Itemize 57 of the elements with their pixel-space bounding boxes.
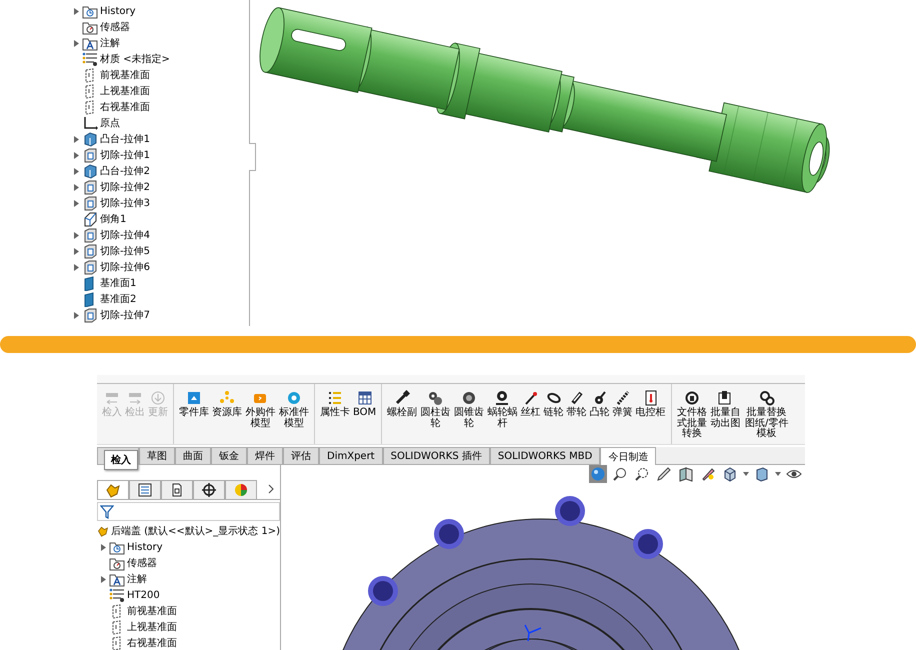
tree-item[interactable]: 基准面2 bbox=[99, 292, 136, 306]
tree-item[interactable]: 切除-拉伸4 bbox=[99, 228, 150, 242]
toolbar-button[interactable]: 文件格式批量转换 bbox=[676, 390, 708, 444]
tree-item[interactable]: 上视基准面 bbox=[99, 84, 150, 98]
tree-item[interactable]: History bbox=[126, 542, 163, 552]
toolbar-button[interactable]: 带轮 bbox=[566, 390, 588, 444]
ribbon-tab[interactable]: 曲面 bbox=[175, 447, 211, 464]
tree-item[interactable]: 原点 bbox=[99, 116, 120, 130]
toolbar-button[interactable]: 属性卡 bbox=[319, 390, 351, 444]
tree-item[interactable]: 材质 <未指定> bbox=[99, 52, 170, 66]
toolbar-button[interactable]: 零件库 bbox=[178, 390, 210, 444]
toolbar-button[interactable]: 圆柱齿轮 bbox=[419, 390, 452, 444]
ribbon-tab[interactable]: 钣金 bbox=[211, 447, 247, 464]
tree-item[interactable]: 右视基准面 bbox=[99, 100, 150, 114]
toolbar-button[interactable]: 电控柜 bbox=[634, 390, 667, 444]
toolbar-button[interactable]: 资源库 bbox=[211, 390, 243, 444]
tree-item[interactable]: 切除-拉伸1 bbox=[99, 148, 150, 162]
ribbon-tab[interactable]: 焊件 bbox=[247, 447, 283, 464]
toolbar-button[interactable]: 弹簧 bbox=[612, 390, 634, 444]
tree-item[interactable]: 右视基准面 bbox=[126, 636, 177, 650]
toolbar-button[interactable]: 批量自动出图 bbox=[709, 390, 742, 444]
tree-item[interactable]: 前视基准面 bbox=[99, 68, 150, 82]
tree-item[interactable]: 传感器 bbox=[126, 556, 157, 570]
tree-item[interactable]: 上视基准面 bbox=[126, 620, 177, 634]
tree-item[interactable]: 前视基准面 bbox=[126, 604, 177, 618]
ribbon-tab[interactable]: SOLIDWORKS MBD bbox=[490, 447, 600, 464]
tree-item[interactable]: 切除-拉伸3 bbox=[99, 196, 150, 210]
tree-item[interactable]: 倒角1 bbox=[99, 212, 126, 226]
tooltip: 检入 bbox=[104, 450, 138, 470]
ribbon-tab[interactable]: DimXpert bbox=[319, 447, 383, 464]
tree-item[interactable]: 切除-拉伸5 bbox=[99, 244, 150, 258]
toolbar-button[interactable]: 批量替换图纸/零件模板 bbox=[742, 390, 791, 444]
tree-item[interactable]: HT200 bbox=[126, 590, 160, 600]
tree-item[interactable]: History bbox=[99, 6, 136, 16]
tree-item[interactable]: 凸台-拉伸2 bbox=[99, 164, 150, 178]
tree-item[interactable]: 切除-拉伸7 bbox=[99, 308, 150, 322]
toolbar-button[interactable]: 凸轮 bbox=[588, 390, 611, 444]
toolbar-button[interactable]: BOM bbox=[352, 390, 378, 444]
toolbar-button[interactable]: 圆锥齿轮 bbox=[452, 390, 486, 444]
tree-item[interactable]: 注解 bbox=[126, 572, 147, 586]
tree-item[interactable]: 凸台-拉伸1 bbox=[99, 132, 150, 146]
tree-item[interactable]: 切除-拉伸2 bbox=[99, 180, 150, 194]
ribbon-tab[interactable]: 评估 bbox=[283, 447, 319, 464]
tree-item[interactable]: 传感器 bbox=[99, 20, 130, 34]
toolbar-button[interactable]: 链轮 bbox=[542, 390, 565, 444]
ribbon-tab[interactable]: 今日制造 bbox=[600, 447, 656, 465]
toolbar-button[interactable]: 外购件模型 bbox=[244, 390, 276, 444]
toolbar-button[interactable]: 螺栓副 bbox=[386, 390, 418, 444]
toolbar-button[interactable]: 丝杠 bbox=[520, 390, 542, 444]
ribbon-tab[interactable]: SOLIDWORKS 插件 bbox=[382, 447, 490, 464]
tree-item[interactable]: 注解 bbox=[99, 36, 120, 50]
tree-item[interactable]: 基准面1 bbox=[99, 276, 136, 290]
toolbar-button[interactable]: 标准件模型 bbox=[278, 390, 310, 444]
tree-item[interactable]: 切除-拉伸6 bbox=[99, 260, 150, 274]
toolbar-button[interactable]: 蜗轮蜗杆 bbox=[486, 390, 519, 444]
part-name[interactable]: 后端盖 (默认<<默认>_显示状态 1>) bbox=[108, 524, 280, 538]
ribbon-tab[interactable]: 草图 bbox=[139, 447, 175, 464]
